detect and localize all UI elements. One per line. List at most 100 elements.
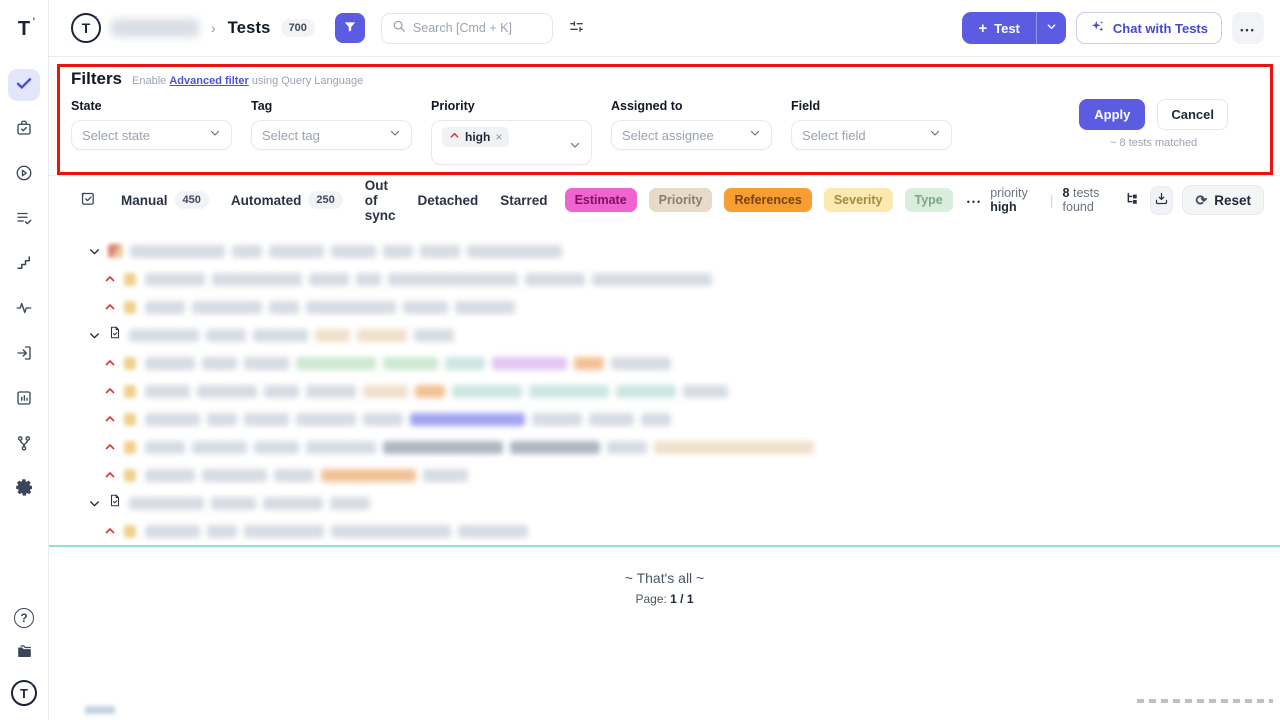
cancel-button[interactable]: Cancel	[1157, 99, 1228, 130]
tests-list	[49, 224, 1280, 547]
blurred-text	[254, 441, 299, 454]
test-row[interactable]	[87, 293, 1264, 321]
chat-with-tests-button[interactable]: Chat with Tests	[1076, 12, 1222, 44]
advanced-filter-link[interactable]: Advanced filter	[169, 75, 248, 87]
sidebar-item-plans[interactable]	[8, 204, 40, 236]
test-row[interactable]	[87, 265, 1264, 293]
tab-automated[interactable]: Automated250	[220, 185, 354, 215]
apply-button[interactable]: Apply	[1079, 99, 1145, 130]
blurred-star	[124, 413, 136, 426]
folders-icon[interactable]	[15, 642, 34, 666]
reset-button[interactable]: ⟳ Reset	[1182, 185, 1264, 215]
tab-manual[interactable]: Manual450	[110, 185, 220, 215]
blurred-text	[529, 385, 609, 398]
field-placeholder: Select field	[802, 128, 929, 143]
help-icon[interactable]: ?	[14, 608, 34, 628]
new-test-dropdown[interactable]	[1036, 12, 1066, 44]
sidebar-item-tests[interactable]	[8, 69, 40, 101]
blurred-text	[145, 273, 205, 286]
project-logo[interactable]: T'	[71, 13, 101, 43]
assigned-select[interactable]: Select assignee	[611, 120, 772, 150]
suite-row[interactable]	[87, 489, 1264, 517]
test-row[interactable]	[87, 405, 1264, 433]
summary-divider: |	[1050, 192, 1054, 208]
priority-high-icon	[103, 385, 117, 397]
header-more-button[interactable]: •••	[1232, 12, 1264, 44]
filters-subtitle: Enable Advanced filter using Query Langu…	[132, 75, 363, 87]
chevron-down-icon[interactable]	[87, 497, 101, 510]
filter-summary: priority high	[990, 186, 1041, 214]
tab-count-badge: 250	[308, 191, 342, 209]
tag-select[interactable]: Select tag	[251, 120, 412, 150]
list-toolbar: Manual450Automated250Out of syncDetached…	[49, 176, 1280, 224]
blurred-star	[124, 441, 136, 454]
field-badge-type[interactable]: Type	[905, 188, 953, 212]
search-input[interactable]	[413, 21, 533, 35]
test-row[interactable]	[87, 377, 1264, 405]
state-placeholder: Select state	[82, 128, 209, 143]
test-row[interactable]	[87, 433, 1264, 461]
blurred-text	[330, 497, 370, 510]
sidebar-item-runs[interactable]	[8, 159, 40, 191]
chevron-down-icon[interactable]	[87, 329, 101, 342]
blurred-text	[145, 385, 190, 398]
download-button[interactable]	[1150, 186, 1173, 215]
suite-row[interactable]	[87, 237, 1264, 265]
sidebar-item-settings[interactable]	[8, 474, 40, 506]
sidebar-item-steps[interactable]	[8, 249, 40, 281]
blurred-text	[641, 413, 671, 426]
blurred-text	[269, 301, 299, 314]
new-test-split-button[interactable]: +Test	[962, 12, 1066, 44]
blurred-text	[274, 469, 314, 482]
chevron-down-icon[interactable]	[87, 245, 101, 258]
chip-close-icon[interactable]: ×	[495, 130, 502, 144]
main-area: T' › Tests 700	[49, 0, 1280, 720]
select-all-button[interactable]	[79, 190, 96, 210]
logo-icon[interactable]: T'	[11, 680, 37, 706]
toolbar-right: priority high | 8 tests found	[990, 185, 1264, 215]
tab-count-badge: 450	[175, 191, 209, 209]
sidebar-item-import[interactable]	[8, 339, 40, 371]
field-badge-priority[interactable]: Priority	[649, 188, 713, 212]
field-badge-severity[interactable]: Severity	[824, 188, 893, 212]
chevron-down-icon	[209, 126, 221, 144]
field-badge-estimate[interactable]: Estimate	[565, 188, 637, 212]
priority-high-icon	[103, 469, 117, 481]
test-row[interactable]	[87, 517, 1264, 545]
tab-out-of-sync[interactable]: Out of sync	[354, 172, 407, 229]
branch-icon	[15, 434, 33, 457]
tag-label: Tag	[251, 99, 431, 113]
blurred-text	[420, 245, 460, 258]
subtitle-suffix: using Query Language	[252, 75, 363, 87]
priority-chip[interactable]: high ×	[442, 127, 509, 147]
state-select[interactable]: Select state	[71, 120, 232, 150]
test-row[interactable]	[87, 461, 1264, 489]
sidebar-item-pulse[interactable]	[8, 294, 40, 326]
view-settings-button[interactable]	[563, 14, 591, 42]
tab-detached[interactable]: Detached	[407, 187, 490, 214]
priority-select[interactable]: high ×	[431, 120, 592, 165]
field-badge-references[interactable]: References	[724, 188, 811, 212]
chat-label: Chat with Tests	[1113, 21, 1208, 36]
test-row[interactable]	[87, 349, 1264, 377]
blurred-text	[269, 245, 324, 258]
sidebar-item-branches[interactable]	[8, 429, 40, 461]
tab-label: Starred	[500, 193, 547, 208]
field-select[interactable]: Select field	[791, 120, 952, 150]
tree-view-button[interactable]	[1125, 191, 1141, 210]
sidebar-item-analytics[interactable]	[8, 384, 40, 416]
filter-toggle-button[interactable]	[335, 13, 365, 43]
priority-high-icon	[103, 525, 117, 537]
tab-starred[interactable]: Starred	[489, 187, 558, 214]
page-title: Tests	[228, 19, 271, 38]
blurred-star	[124, 525, 136, 538]
blurred-text	[212, 273, 302, 286]
search-box[interactable]	[381, 13, 553, 44]
sliders-icon	[568, 18, 585, 38]
sidebar-item-suites[interactable]	[8, 114, 40, 146]
toolbar-more-button[interactable]: •••	[959, 192, 990, 209]
ellipsis-icon: •••	[1240, 25, 1255, 35]
suite-row[interactable]	[87, 321, 1264, 349]
blurred-text	[423, 469, 468, 482]
project-name-blurred[interactable]	[111, 19, 199, 37]
